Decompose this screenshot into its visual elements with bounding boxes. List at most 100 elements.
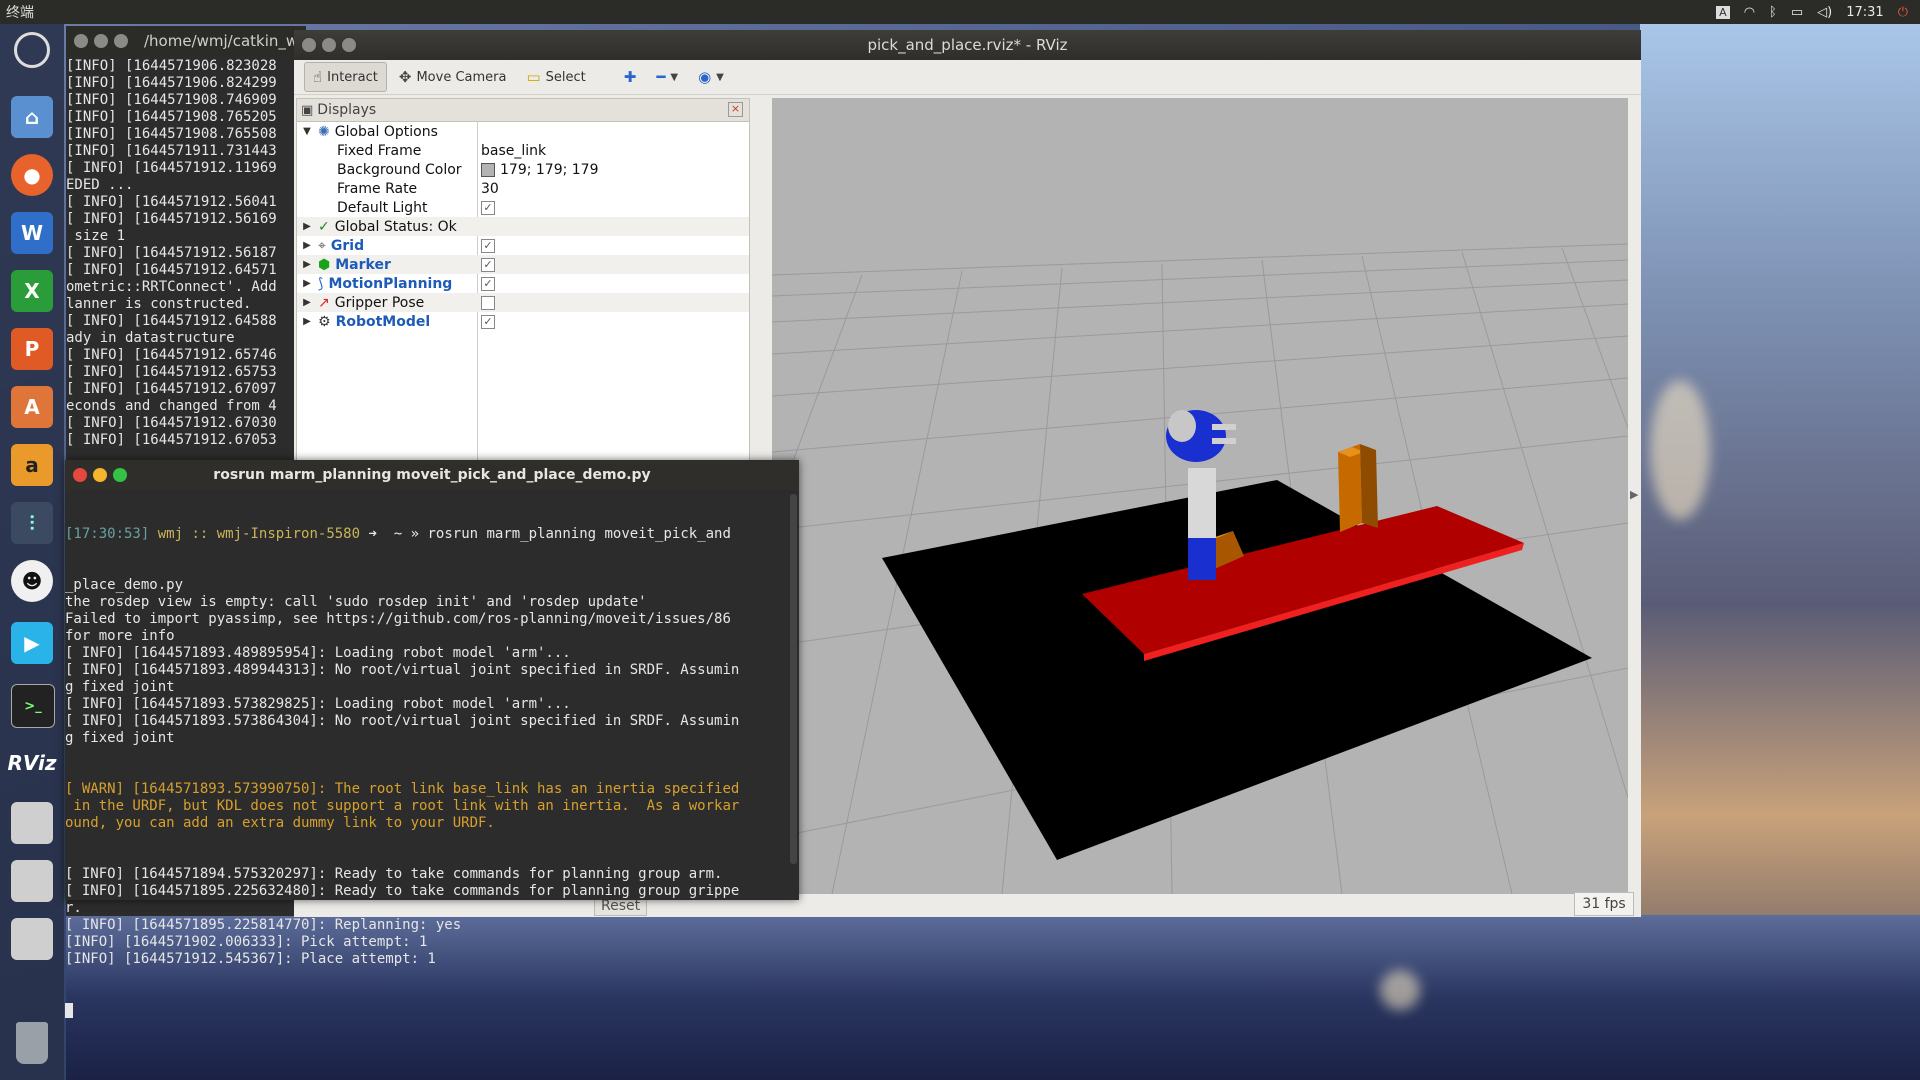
terminal-prompt-line: [17:30:53] wmj :: wmj-Inspiron-5580 ➜ ~ … <box>65 526 799 543</box>
gripper-wrist <box>1168 410 1196 442</box>
fixed-frame-value[interactable]: base_link <box>481 143 546 159</box>
displays-panel-header: ▣ Displays × <box>297 99 749 122</box>
terminal-line: [INFO] [1644571902.006333]: Pick attempt… <box>65 934 428 950</box>
chevron-down-icon[interactable]: ▼ <box>301 126 313 137</box>
terminal-line: [ INFO] [1644571893.573864304]: No root/… <box>65 713 740 729</box>
close-icon[interactable] <box>302 38 316 52</box>
minimize-icon[interactable] <box>93 468 107 482</box>
foreground-terminal-output[interactable]: [17:30:53] wmj :: wmj-Inspiron-5580 ➜ ~ … <box>65 490 799 1053</box>
marker-icon: ⬢ <box>318 256 331 273</box>
foreground-terminal-window[interactable]: rosrun marm_planning moveit_pick_and_pla… <box>65 460 799 1018</box>
terminal-cursor-line <box>65 1002 799 1019</box>
select-tool-button[interactable]: ▭ Select <box>518 63 593 91</box>
chevron-right-icon[interactable]: ▶ <box>301 221 313 232</box>
background-terminal-titlebar[interactable]: /home/wmj/catkin_w <box>66 26 306 56</box>
tree-row-default-light[interactable]: Default Light ✓ <box>297 198 749 217</box>
move-camera-tool-button[interactable]: ✥ Move Camera <box>391 63 515 91</box>
terminal-line: [ INFO] [1644571912.65746 <box>66 347 277 363</box>
close-icon[interactable] <box>74 34 88 48</box>
remove-tool-button[interactable]: ━ ▼ <box>648 63 686 91</box>
terminal-line: [ INFO] [1644571912.11969 <box>66 160 277 176</box>
terminal-scrollbar[interactable] <box>790 494 797 864</box>
3d-scene[interactable] <box>771 98 1629 895</box>
tree-row-marker[interactable]: ▶ ⬢ Marker ✓ <box>297 255 749 274</box>
motion-planning-icon: ⟆ <box>318 275 324 292</box>
terminal-line: [INFO] [1644571906.824299 <box>66 75 277 91</box>
foreground-terminal-titlebar[interactable]: rosrun marm_planning moveit_pick_and_pla… <box>65 460 799 490</box>
wifi-icon[interactable]: ◠ <box>1744 5 1755 20</box>
background-terminal-output[interactable]: [INFO] [1644571906.823028 [INFO] [1644571… <box>66 56 306 478</box>
chevron-right-icon[interactable]: ▶ <box>301 316 313 327</box>
minimize-icon[interactable] <box>94 34 108 48</box>
trash-icon[interactable] <box>16 1022 48 1064</box>
video-player-icon[interactable]: ▶ <box>11 622 53 664</box>
robot-model-checkbox[interactable]: ✓ <box>481 314 495 329</box>
tree-row-fixed-frame[interactable]: Fixed Frame base_link <box>297 141 749 160</box>
chevron-right-icon[interactable]: ▶ <box>1630 488 1638 501</box>
tree-row-global-options[interactable]: ▼ ✺ Global Options <box>297 122 749 141</box>
terminal-line: [ INFO] [1644571912.67097 <box>66 381 277 397</box>
drive-icon[interactable] <box>11 860 53 902</box>
background-color-value[interactable]: 179; 179; 179 <box>500 162 599 178</box>
terminal-line: [ INFO] [1644571893.489895954]: Loading … <box>65 645 571 661</box>
maximize-icon[interactable] <box>113 468 127 482</box>
gripper-pose-checkbox[interactable] <box>481 295 495 310</box>
tree-row-label: MotionPlanning <box>328 275 453 292</box>
tree-row-label: Gripper Pose <box>334 294 425 311</box>
displays-tree: ▼ ✺ Global Options Fixed Frame base_link B… <box>297 122 749 331</box>
bluetooth-icon[interactable]: ᛒ <box>1769 5 1777 20</box>
chevron-right-icon[interactable]: ▶ <box>301 278 313 289</box>
close-icon[interactable]: × <box>728 102 743 117</box>
chevron-right-icon[interactable]: ▶ <box>301 297 313 308</box>
wallpaper-glow <box>1380 970 1420 1010</box>
maximize-icon[interactable] <box>342 38 356 52</box>
default-light-checkbox[interactable]: ✓ <box>481 200 495 215</box>
clock[interactable]: 17:31 <box>1846 5 1883 20</box>
input-method-icon[interactable]: A <box>1716 5 1730 19</box>
power-icon[interactable]: ⏻ <box>1898 5 1908 20</box>
terminal-line: [INFO] [1644571908.765508 <box>66 126 277 142</box>
terminal-line: size 1 <box>66 228 126 244</box>
chevron-right-icon[interactable]: ▶ <box>301 259 313 270</box>
rviz-titlebar[interactable]: pick_and_place.rviz* - RViz <box>294 30 1641 60</box>
writer-icon[interactable]: W <box>11 212 53 254</box>
tree-row-motion-planning[interactable]: ▶ ⟆ MotionPlanning ✓ <box>297 274 749 293</box>
drive-icon[interactable] <box>11 802 53 844</box>
interact-tool-button[interactable]: ☝ Interact <box>304 62 387 92</box>
camera-type-button[interactable]: ◉ ▼ <box>690 63 732 91</box>
gripper-finger <box>1212 424 1236 430</box>
motion-planning-checkbox[interactable]: ✓ <box>481 276 495 291</box>
drive-icon[interactable] <box>11 918 53 960</box>
terminal-line: the rosdep view is empty: call 'sudo ros… <box>65 594 647 610</box>
tree-row-robot-model[interactable]: ▶ ⚙ RobotModel ✓ <box>297 312 749 331</box>
battery-icon[interactable]: ▭ <box>1791 5 1803 20</box>
rviz-icon[interactable]: RViz <box>7 742 56 784</box>
tree-row-global-status[interactable]: ▶ ✓ Global Status: Ok <box>297 217 749 236</box>
add-tool-button[interactable]: ✚ <box>616 63 645 91</box>
tree-row-background-color[interactable]: Background Color 179; 179; 179 <box>297 160 749 179</box>
color-swatch[interactable] <box>481 162 495 177</box>
terminal-icon[interactable]: >_ <box>11 684 55 728</box>
displays-panel-title: Displays <box>317 102 377 118</box>
qq-icon[interactable]: ☻ <box>11 560 53 602</box>
minimize-icon[interactable] <box>322 38 336 52</box>
firefox-icon[interactable]: ● <box>11 154 53 196</box>
3d-viewport[interactable] <box>771 98 1629 895</box>
calc-icon[interactable]: X <box>11 270 53 312</box>
settings-icon[interactable]: ⫶ <box>11 502 53 544</box>
home-folder-icon[interactable]: ⌂ <box>11 96 53 138</box>
tree-row-grid[interactable]: ▶ ⌖ Grid ✓ <box>297 236 749 255</box>
ubuntu-dash-icon[interactable] <box>14 32 50 68</box>
maximize-icon[interactable] <box>114 34 128 48</box>
close-icon[interactable] <box>73 468 87 482</box>
tree-row-frame-rate[interactable]: Frame Rate 30 <box>297 179 749 198</box>
marker-checkbox[interactable]: ✓ <box>481 257 495 272</box>
frame-rate-value[interactable]: 30 <box>481 181 499 197</box>
grid-checkbox[interactable]: ✓ <box>481 238 495 253</box>
software-center-icon[interactable]: A <box>11 386 53 428</box>
volume-icon[interactable]: ◁) <box>1817 5 1832 20</box>
chevron-right-icon[interactable]: ▶ <box>301 240 313 251</box>
impress-icon[interactable]: P <box>11 328 53 370</box>
amazon-icon[interactable]: a <box>11 444 53 486</box>
tree-row-gripper-pose[interactable]: ▶ ↗ Gripper Pose <box>297 293 749 312</box>
